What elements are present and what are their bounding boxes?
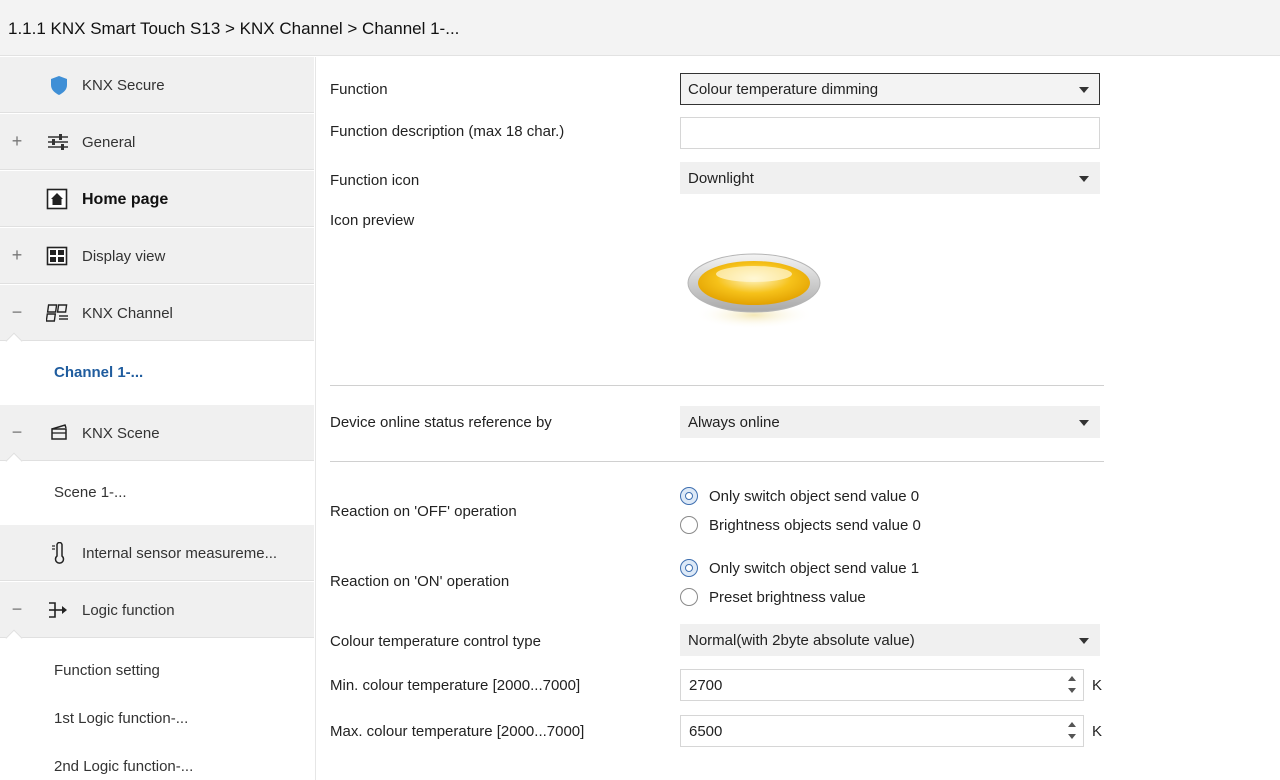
radio-selected[interactable] <box>680 559 698 577</box>
function-icon-label: Function icon <box>330 172 420 189</box>
function-icon-value: Downlight <box>688 170 754 187</box>
arrow-down-icon[interactable] <box>1068 688 1076 693</box>
sidebar-item-label: Display view <box>82 248 166 265</box>
downlight-icon <box>686 243 826 333</box>
expand-icon[interactable]: + <box>10 130 24 152</box>
ct-control-type-select[interactable]: Normal(with 2byte absolute value) <box>680 624 1100 656</box>
online-status-value: Always online <box>688 414 780 431</box>
sidebar-item-label: Home page <box>82 191 169 208</box>
tree-notch <box>5 629 23 647</box>
sidebar-item-1st-logic[interactable]: 1st Logic function-... <box>0 695 314 743</box>
arrow-up-icon[interactable] <box>1068 676 1076 681</box>
channel-icon <box>45 302 68 324</box>
sidebar-item-display-view[interactable]: + Display view <box>0 228 314 284</box>
ct-control-type-label: Colour temperature control type <box>330 633 541 650</box>
arrow-up-icon[interactable] <box>1068 722 1076 727</box>
sidebar-item-2nd-logic[interactable]: 2nd Logic function-... <box>0 743 314 780</box>
sidebar-item-general[interactable]: + General <box>0 114 314 170</box>
tree-notch <box>5 332 23 350</box>
scene-icon <box>50 422 72 444</box>
sidebar-item-label: Function setting <box>54 662 160 679</box>
sidebar-item-label: KNX Channel <box>82 305 173 322</box>
online-status-label: Device online status reference by <box>330 414 552 431</box>
function-value: Colour temperature dimming <box>688 81 879 98</box>
radio-unselected[interactable] <box>680 516 698 534</box>
chevron-down-icon <box>1079 176 1089 182</box>
title-bar: 1.1.1 KNX Smart Touch S13 > KNX Channel … <box>0 0 1280 56</box>
icon-preview-label: Icon preview <box>330 212 415 229</box>
expand-icon[interactable]: + <box>10 244 24 266</box>
function-description-label: Function description (max 18 char.) <box>330 123 565 140</box>
sidebar-item-knx-channel[interactable]: − KNX Channel <box>0 285 314 350</box>
sidebar-item-knx-secure[interactable]: KNX Secure <box>0 57 314 113</box>
min-ct-stepper[interactable]: 2700 <box>680 669 1084 701</box>
max-ct-stepper[interactable]: 6500 <box>680 715 1084 747</box>
arrow-down-icon[interactable] <box>1068 734 1076 739</box>
function-icon-select[interactable]: Downlight <box>680 162 1100 194</box>
sidebar-item-channel-1[interactable]: Channel 1-... <box>0 349 314 397</box>
sidebar-item-label: Scene 1-... <box>54 484 127 501</box>
chevron-down-icon <box>1079 420 1089 426</box>
radio-selected[interactable] <box>680 487 698 505</box>
radio-unselected[interactable] <box>680 588 698 606</box>
radio-label: Only switch object send value 0 <box>709 488 920 505</box>
function-select[interactable]: Colour temperature dimming <box>680 73 1100 105</box>
collapse-icon[interactable]: − <box>10 301 24 323</box>
sidebar: KNX Secure + General Home page + Display… <box>0 57 316 780</box>
parameter-panel: Function Colour temperature dimming Func… <box>316 57 1280 780</box>
section-divider <box>330 385 1104 386</box>
collapse-icon[interactable]: − <box>10 598 24 620</box>
tree-notch <box>5 452 23 470</box>
sidebar-item-label: Channel 1-... <box>54 364 144 381</box>
collapse-icon[interactable]: − <box>10 421 24 443</box>
section-divider <box>330 461 1104 462</box>
radio-label: Preset brightness value <box>709 589 866 606</box>
sidebar-item-label: General <box>82 134 136 151</box>
sidebar-item-scene-1[interactable]: Scene 1-... <box>0 469 314 517</box>
min-ct-value: 2700 <box>689 677 723 694</box>
chevron-down-icon <box>1079 638 1089 644</box>
sliders-icon <box>46 131 68 153</box>
sidebar-item-label: Logic function <box>82 602 175 619</box>
chevron-down-icon <box>1079 87 1089 93</box>
max-ct-unit: K <box>1092 723 1103 740</box>
function-label: Function <box>330 81 388 98</box>
breadcrumb: 1.1.1 KNX Smart Touch S13 > KNX Channel … <box>8 19 460 38</box>
sidebar-item-label: KNX Secure <box>82 77 165 94</box>
radio-label: Only switch object send value 1 <box>709 560 920 577</box>
shield-icon <box>48 74 70 96</box>
home-icon <box>46 188 68 210</box>
min-ct-label: Min. colour temperature [2000...7000] <box>330 677 581 694</box>
sidebar-item-label: Internal sensor measureme... <box>82 545 278 562</box>
stepper-arrows[interactable] <box>1067 720 1077 742</box>
online-status-select[interactable]: Always online <box>680 406 1100 438</box>
grid-view-icon <box>46 245 68 267</box>
sidebar-item-home-page[interactable]: Home page <box>0 171 314 227</box>
sidebar-item-knx-scene[interactable]: − KNX Scene <box>0 405 314 470</box>
sidebar-item-logic-function[interactable]: − Logic function <box>0 582 314 647</box>
sidebar-item-label: 2nd Logic function-... <box>54 758 194 775</box>
max-ct-label: Max. colour temperature [2000...7000] <box>330 723 585 740</box>
sidebar-item-internal-sensor[interactable]: Internal sensor measureme... <box>0 525 314 581</box>
sidebar-item-function-setting[interactable]: Function setting <box>0 647 314 695</box>
thermometer-icon <box>48 541 70 564</box>
ct-control-type-value: Normal(with 2byte absolute value) <box>688 632 915 649</box>
sidebar-item-label: KNX Scene <box>82 425 160 442</box>
max-ct-value: 6500 <box>689 723 723 740</box>
on-reaction-label: Reaction on 'ON' operation <box>330 573 510 590</box>
logic-icon <box>46 599 68 621</box>
min-ct-unit: K <box>1092 677 1103 694</box>
sidebar-item-label: 1st Logic function-... <box>54 710 189 727</box>
off-reaction-label: Reaction on 'OFF' operation <box>330 503 517 520</box>
function-description-input[interactable] <box>680 117 1100 149</box>
radio-label: Brightness objects send value 0 <box>709 517 921 534</box>
stepper-arrows[interactable] <box>1067 674 1077 696</box>
